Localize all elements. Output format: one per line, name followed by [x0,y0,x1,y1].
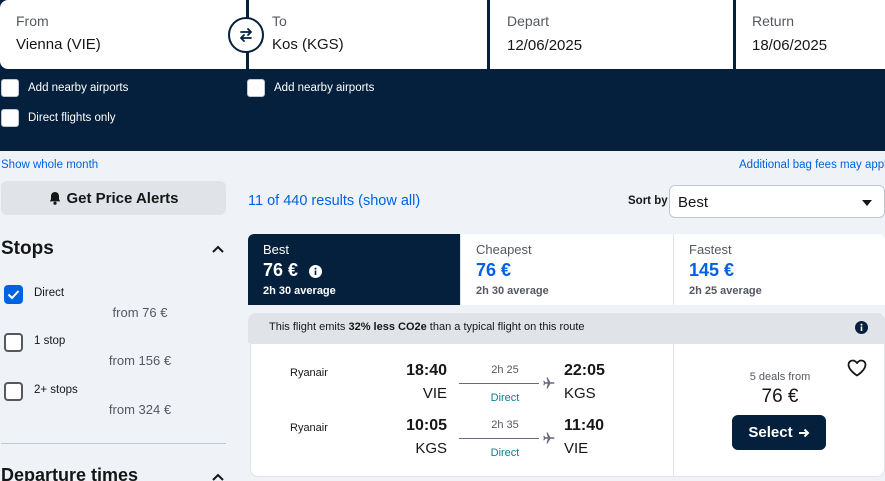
search-panel: From Vienna (VIE) To Kos (KGS) Depart 12… [0,0,885,151]
direct-only-option[interactable]: Direct flights only [1,109,116,127]
two-plus-checkbox[interactable] [4,382,23,401]
stop-price: from 324 € [108,402,172,417]
direct-only-label: Direct flights only [28,112,116,124]
price-alerts-label: Get Price Alerts [66,189,179,207]
price-alerts-button[interactable]: Get Price Alerts [1,181,226,215]
card-price: 76 € [761,386,799,407]
direct-only-checkbox[interactable] [1,109,19,127]
swap-airports-button[interactable] [228,17,264,53]
card-divider [673,344,674,476]
stops-label: Direct [490,447,520,459]
stop-label: Direct [34,287,65,299]
to-value[interactable]: Kos (KGS) [272,36,487,53]
depart-field[interactable]: Depart 12/06/2025 [490,0,733,69]
eco-text-post: than a typical flight on this route [426,321,585,333]
to-label: To [272,13,287,29]
results-count-link[interactable]: 11 of 440 results (show all) [248,193,420,209]
stop-price: from 156 € [108,353,172,368]
plane-icon [543,432,555,444]
nearby-from-option[interactable]: Add nearby airports [1,79,128,97]
arrow-right-icon [798,428,810,437]
nearby-to-checkbox[interactable] [247,79,265,97]
eco-text-pre: This flight emits [269,321,349,333]
depart-value[interactable]: 12/06/2025 [507,37,733,54]
tab-name: Cheapest [476,242,532,257]
sort-select[interactable]: Best [669,185,885,218]
plane-icon [543,377,555,389]
tab-cheapest[interactable]: Cheapest 76 € 2h 30 average [460,234,673,305]
tab-price: 76 € [476,260,512,280]
airline-name: Ryanair [290,367,328,379]
nearby-from-checkbox[interactable] [1,79,19,97]
return-field[interactable]: Return 18/06/2025 [736,0,885,69]
stop-label: 1 stop [34,335,66,347]
flight-card[interactable]: Ryanair 18:40 VIE 2h 25 Direct 22:05 KGS… [250,343,885,477]
return-label: Return [752,13,795,29]
route-line [459,383,539,384]
eco-text-bold: 32% less CO2e [348,321,427,333]
info-icon[interactable] [855,321,868,334]
flight-duration: 2h 25 [491,364,519,376]
tab-name: Best [263,242,290,257]
bag-fees-link[interactable]: Additional bag fees may apply [739,159,885,171]
sort-tabs: Best 76 € 2h 30 average Cheapest 76 € 2h… [248,234,885,305]
departure-times-heading: Departure times [1,465,139,481]
chevron-up-icon[interactable] [211,472,225,481]
checkmark-icon [7,290,20,300]
from-field[interactable]: From Vienna (VIE) [0,0,246,69]
nearby-to-option[interactable]: Add nearby airports [247,79,374,97]
emissions-banner: This flight emits 32% less CO2e than a t… [248,313,885,343]
chevron-up-icon[interactable] [211,244,225,254]
tab-price-value: 76 € [263,260,299,280]
departure-time: 18:40 [406,362,447,379]
bell-icon [49,191,61,205]
tab-price: 76 € [263,260,460,281]
arrival-time: 11:40 [564,417,605,434]
departure-airport: VIE [422,385,447,402]
departure-time: 10:05 [406,417,447,434]
tab-average: 2h 30 average [476,285,549,297]
swap-icon [240,28,252,42]
tab-price: 145 € [689,260,735,280]
sort-value: Best [678,194,709,211]
sort-label: Sort by [628,195,668,207]
flight-duration: 2h 35 [491,419,519,431]
from-value[interactable]: Vienna (VIE) [16,36,246,53]
stop-price: from 76 € [112,305,168,320]
info-icon[interactable] [309,264,323,278]
arrival-airport: KGS [564,385,596,402]
nearby-to-label: Add nearby airports [274,82,375,94]
deals-count: 5 deals from [749,371,811,383]
return-leg: Ryanair 10:05 KGS 2h 35 Direct 11:40 VIE [251,415,673,465]
show-month-link[interactable]: Show whole month [1,159,98,171]
tab-best[interactable]: Best 76 € 2h 30 average [248,234,460,305]
caret-down-icon [862,200,872,206]
return-value[interactable]: 18/06/2025 [752,37,885,54]
depart-label: Depart [507,13,550,29]
arrival-airport: VIE [564,440,589,457]
from-label: From [16,13,49,29]
arrival-time: 22:05 [564,362,605,379]
outbound-leg: Ryanair 18:40 VIE 2h 25 Direct 22:05 KGS [251,360,673,410]
tab-average: 2h 25 average [689,285,762,297]
nearby-from-label: Add nearby airports [28,82,129,94]
select-button[interactable]: Select [732,415,826,450]
tab-average: 2h 30 average [263,285,336,297]
direct-checkbox[interactable] [4,285,23,304]
route-line [459,438,539,439]
airline-name: Ryanair [290,422,328,434]
select-label: Select [748,424,793,441]
stops-label: Direct [490,392,520,404]
to-field[interactable]: To Kos (KGS) [249,0,487,69]
stop-label: 2+ stops [34,384,78,396]
filter-divider [1,443,226,444]
departure-airport: KGS [415,440,447,457]
tab-fastest[interactable]: Fastest 145 € 2h 25 average [673,234,885,305]
one-stop-checkbox[interactable] [4,333,23,352]
tab-name: Fastest [689,242,732,257]
stops-heading: Stops [1,238,54,259]
